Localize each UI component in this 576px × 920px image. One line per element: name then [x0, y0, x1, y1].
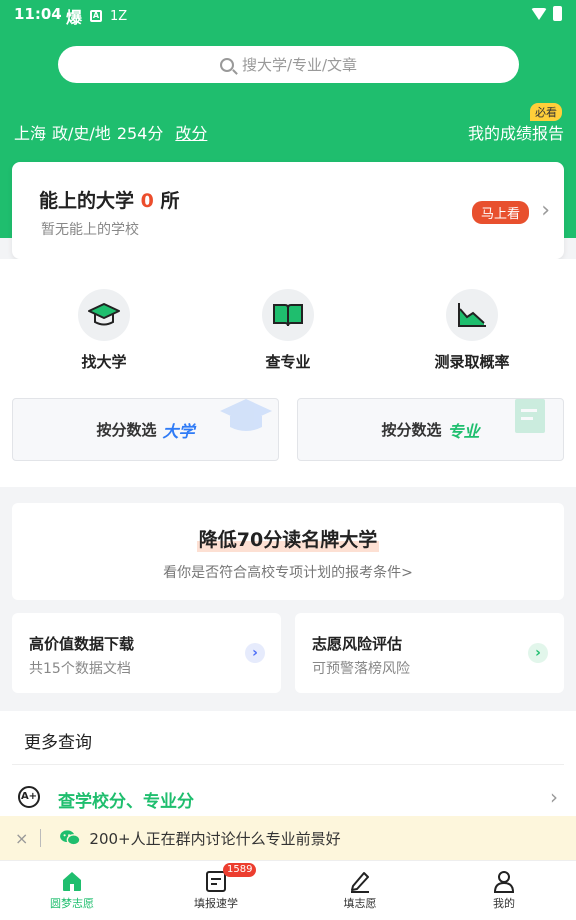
pick-highlight: 大学: [162, 421, 195, 441]
divider: [12, 764, 564, 765]
tab-label: 填报速学: [194, 897, 238, 910]
status-bar: 11:04 爆 A 1Z: [0, 0, 576, 28]
tab-mine[interactable]: 我的: [454, 867, 554, 911]
promo-subtitle: 看你是否符合高校专项计划的报考条件>: [163, 565, 413, 581]
mini-card-title: 志愿风险评估: [312, 635, 403, 653]
search-icon: [219, 57, 234, 72]
tool-label: 测录取概率: [434, 353, 510, 371]
tab-home[interactable]: 圆梦志愿: [22, 867, 122, 911]
pick-university-by-score-button[interactable]: 按分数选 大学: [12, 398, 279, 461]
eligible-title-suffix: 所: [160, 190, 180, 212]
risk-assessment-card[interactable]: 志愿风险评估 可预警落榜风险 ›: [295, 613, 564, 693]
eligible-title-prefix: 能上的大学: [39, 190, 135, 212]
battery-icon: [553, 6, 562, 21]
a-box-icon: A: [90, 10, 103, 22]
score-value: 254分: [116, 124, 164, 143]
data-download-card[interactable]: 高价值数据下载 共15个数据文档 ›: [12, 613, 281, 693]
notification-badge: 1589: [223, 863, 257, 877]
subjects-label: 政/史/地: [52, 124, 111, 143]
mini-card-title: 高价值数据下载: [29, 635, 135, 653]
tab-fill-application[interactable]: 填志愿: [310, 867, 410, 911]
user-icon: [493, 871, 515, 893]
speed-icon: 1Z: [110, 8, 128, 24]
area-chart-icon: [446, 289, 498, 341]
pick-label: 按分数选: [96, 421, 157, 439]
eligible-subtitle: 暂无能上的学校: [41, 222, 139, 238]
hot-icon: 爆: [66, 8, 83, 27]
score-info: 上海 政/史/地 254分 改分: [14, 120, 207, 144]
tab-label: 我的: [493, 897, 515, 910]
tool-find-university[interactable]: 找大学: [44, 289, 164, 372]
status-time: 11:04: [14, 5, 62, 23]
tool-check-major[interactable]: 查专业: [228, 289, 348, 372]
status-right-icons: [531, 6, 562, 21]
close-icon[interactable]: ×: [15, 829, 28, 848]
pick-major-by-score-button[interactable]: 按分数选 专业: [297, 398, 564, 461]
pen-icon: [351, 872, 369, 893]
chevron-right-icon: ›: [528, 643, 548, 663]
graduation-cap-icon: [220, 399, 272, 431]
bottom-tab-bar: 圆梦志愿 1589 填报速学 填志愿 我的: [0, 860, 576, 920]
tool-label: 查专业: [265, 353, 311, 371]
a-plus-icon: A+: [18, 786, 40, 808]
special-plan-banner[interactable]: 降低70分读名牌大学 看你是否符合高校专项计划的报考条件>: [12, 503, 564, 600]
open-book-icon: [262, 289, 314, 341]
graduation-cap-icon: [78, 289, 130, 341]
wechat-icon: [60, 830, 81, 846]
promo-title: 降低70分读名牌大学: [196, 525, 380, 552]
pick-label: 按分数选: [381, 421, 442, 439]
eligible-count: 0: [140, 190, 154, 212]
tab-quick-learn[interactable]: 1589 填报速学: [166, 863, 266, 911]
group-notice-bar[interactable]: × 200+人正在群内讨论什么专业前景好: [0, 816, 576, 860]
search-bar[interactable]: 搜大学/专业/文章: [58, 46, 519, 83]
notice-text: 200+人正在群内讨论什么专业前景好: [89, 829, 341, 848]
status-icons: 爆 A 1Z: [66, 4, 127, 28]
mini-card-subtitle: 可预警落榜风险: [312, 661, 410, 677]
score-report-link[interactable]: 我的成绩报告: [468, 120, 564, 144]
home-icon: [63, 872, 81, 891]
province-label: 上海: [14, 124, 47, 143]
document-icon: [515, 399, 545, 433]
search-placeholder: 搜大学/专业/文章: [241, 56, 358, 74]
eligible-universities-card[interactable]: 能上的大学 0 所 暂无能上的学校 马上看 ›: [12, 162, 564, 259]
tab-label: 圆梦志愿: [50, 897, 94, 910]
school-major-score-link[interactable]: 查学校分、专业分: [58, 787, 194, 812]
chevron-right-icon: ›: [245, 643, 265, 663]
tool-label: 找大学: [81, 353, 127, 371]
more-queries-heading: 更多查询: [24, 733, 92, 753]
divider: [40, 829, 42, 847]
chevron-right-icon: ›: [550, 785, 558, 809]
eligible-title: 能上的大学 0 所: [39, 186, 180, 213]
tools-section: 找大学 查专业 测录取概率 按分数选 大学 按分数选 专业: [0, 259, 576, 487]
tab-label: 填志愿: [343, 897, 377, 910]
view-now-button[interactable]: 马上看: [471, 201, 529, 224]
wifi-icon: [531, 7, 547, 20]
must-see-badge: 必看: [530, 103, 562, 121]
change-score-link[interactable]: 改分: [175, 120, 207, 144]
mini-card-subtitle: 共15个数据文档: [29, 661, 131, 677]
tool-admission-probability[interactable]: 测录取概率: [412, 289, 532, 372]
chevron-right-icon: ›: [541, 198, 550, 223]
pick-highlight: 专业: [447, 421, 480, 441]
